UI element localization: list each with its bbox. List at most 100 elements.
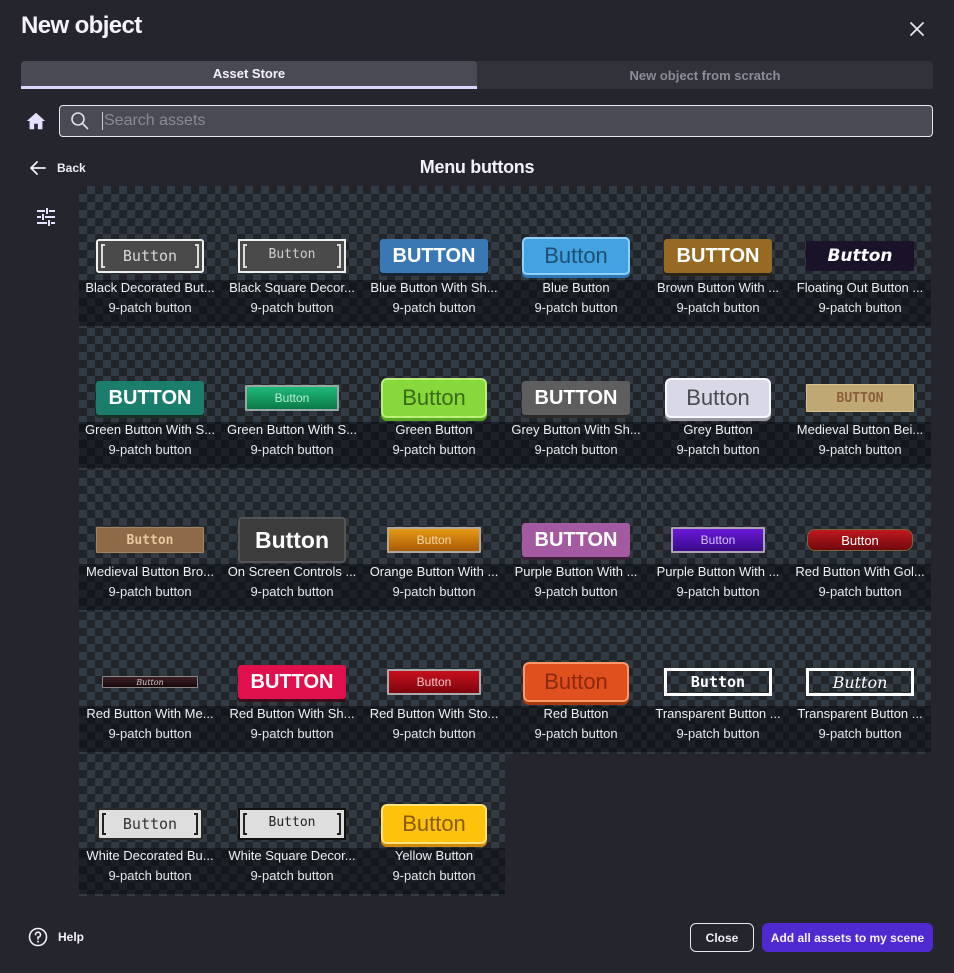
asset-type: 9-patch button <box>108 442 192 457</box>
asset-card[interactable]: Button Green Button 9-patch button <box>363 328 505 470</box>
tab-bar: Asset Store New object from scratch <box>21 61 933 89</box>
close-icon[interactable] <box>906 18 928 40</box>
button-preview-text: Button <box>841 532 879 548</box>
asset-type: 9-patch button <box>108 584 192 599</box>
asset-card[interactable]: Button Red Button With Sto... 9-patch butt… <box>363 612 505 754</box>
asset-thumbnail: Button <box>221 517 363 563</box>
home-icon[interactable] <box>25 110 47 132</box>
asset-name: White Square Decor... <box>228 848 356 863</box>
asset-card[interactable]: Button Orange Button With ... 9-patch butt… <box>363 470 505 612</box>
asset-card[interactable]: BUTTON Green Button With S... 9-patch butt… <box>79 328 221 470</box>
asset-name: Grey Button With Sh... <box>511 422 641 437</box>
asset-type: 9-patch button <box>250 300 334 315</box>
asset-thumbnail: Button <box>221 802 363 846</box>
asset-card[interactable]: Button Transparent Button ... 9-patch butt… <box>647 612 789 754</box>
asset-card[interactable]: Button Grey Button 9-patch button <box>647 328 789 470</box>
asset-card[interactable]: BUTTON Grey Button With Sh... 9-patch butt… <box>505 328 647 470</box>
bracket-decoration <box>337 813 341 835</box>
tab-new-object-from-scratch[interactable]: New object from scratch <box>477 61 933 89</box>
asset-type: 9-patch button <box>392 584 476 599</box>
asset-type: 9-patch button <box>250 584 334 599</box>
asset-type: 9-patch button <box>392 300 476 315</box>
asset-thumbnail: BUTTON <box>505 518 647 562</box>
search-input[interactable] <box>102 112 882 130</box>
asset-type: 9-patch button <box>676 584 760 599</box>
button-preview-text: Button <box>402 385 466 410</box>
button-preview-text: Button <box>690 673 746 691</box>
asset-card[interactable]: BUTTON Red Button With Sh... 9-patch butto… <box>221 612 363 754</box>
add-all-assets-button[interactable]: Add all assets to my scene <box>762 923 933 952</box>
asset-thumbnail: BUTTON <box>221 660 363 704</box>
asset-card[interactable]: Button Black Decorated But... 9-patch butt… <box>79 186 221 328</box>
asset-card[interactable]: Button Green Button With S... 9-patch butt… <box>221 328 363 470</box>
asset-thumbnail: Button <box>505 234 647 278</box>
tune-filter-icon[interactable] <box>36 207 56 227</box>
asset-type: 9-patch button <box>818 300 902 315</box>
bracket-decoration <box>101 244 105 268</box>
asset-thumbnail: BUTTON <box>363 234 505 278</box>
button-preview-image: Button <box>387 669 481 695</box>
asset-card[interactable]: Button Blue Button 9-patch button <box>505 186 647 328</box>
asset-card[interactable]: Button Floating Out Button ... 9-patch but… <box>789 186 931 328</box>
asset-card[interactable]: Button Transparent Button ... 9-patch butt… <box>789 612 931 754</box>
button-preview-text: Button <box>254 526 330 553</box>
asset-thumbnail: Button <box>221 234 363 278</box>
asset-card[interactable]: Button Red Button 9-patch button <box>505 612 647 754</box>
button-preview-image: Button <box>96 239 204 273</box>
asset-type: 9-patch button <box>250 442 334 457</box>
asset-type: 9-patch button <box>534 726 618 741</box>
button-preview-image: BUTTON <box>238 665 346 699</box>
asset-type: 9-patch button <box>534 584 618 599</box>
asset-name: Red Button <box>543 706 609 721</box>
bracket-decoration <box>243 244 247 268</box>
bracket-decoration <box>337 244 341 268</box>
asset-thumbnail: Button <box>79 234 221 278</box>
asset-card[interactable]: Button Purple Button With ... 9-patch butt… <box>647 470 789 612</box>
asset-card[interactable]: Button On Screen Controls ... 9-patch butt… <box>221 470 363 612</box>
bracket-decoration <box>243 813 247 835</box>
asset-thumbnail: Button <box>79 518 221 562</box>
asset-card[interactable]: Button Red Button With Me... 9-patch butto… <box>79 612 221 754</box>
asset-card[interactable]: Button White Square Decor... 9-patch butto… <box>221 754 363 896</box>
asset-card[interactable]: BUTTON Brown Button With ... 9-patch butto… <box>647 186 789 328</box>
button-preview-image: BUTTON <box>664 239 772 273</box>
asset-card[interactable]: BUTTON Blue Button With Sh... 9-patch butt… <box>363 186 505 328</box>
asset-type: 9-patch button <box>108 726 192 741</box>
asset-name: Green Button With S... <box>84 422 216 437</box>
button-preview-text: Button <box>268 246 316 262</box>
asset-type: 9-patch button <box>676 726 760 741</box>
button-preview-text: BUTTON <box>250 670 334 693</box>
bracket-decoration <box>194 813 198 835</box>
asset-thumbnail: Button <box>505 660 647 704</box>
button-preview-text: Button <box>126 532 174 548</box>
button-preview-image: Button <box>238 517 346 563</box>
tab-asset-store[interactable]: Asset Store <box>21 61 477 89</box>
asset-name: Medieval Button Bei... <box>796 422 924 437</box>
button-preview-image: Button <box>238 808 346 840</box>
asset-name: Orange Button With ... <box>369 564 499 579</box>
asset-name: Red Button With Sh... <box>229 706 355 721</box>
asset-card[interactable]: Button Red Button With Gol... 9-patch butt… <box>789 470 931 612</box>
asset-card[interactable]: BUTTON Medieval Button Bei... 9-patch butt… <box>789 328 931 470</box>
asset-name: Green Button <box>395 422 473 437</box>
search-icon <box>71 112 89 130</box>
asset-thumbnail: BUTTON <box>505 376 647 420</box>
asset-type: 9-patch button <box>818 584 902 599</box>
asset-card[interactable]: Button Black Square Decor... 9-patch butto… <box>221 186 363 328</box>
button-preview-image: BUTTON <box>380 239 488 273</box>
asset-card[interactable]: BUTTON Purple Button With ... 9-patch butt… <box>505 470 647 612</box>
asset-card[interactable]: Button Yellow Button 9-patch button <box>363 754 505 896</box>
button-preview-image: Button <box>245 385 339 411</box>
asset-card[interactable]: Button Medieval Button Bro... 9-patch butt… <box>79 470 221 612</box>
asset-thumbnail: BUTTON <box>647 234 789 278</box>
asset-thumbnail: Button <box>363 802 505 846</box>
close-button[interactable]: Close <box>690 923 754 952</box>
asset-name: Green Button With S... <box>226 422 358 437</box>
button-preview-text: Button <box>136 677 164 687</box>
asset-thumbnail: Button <box>647 376 789 420</box>
asset-thumbnail: Button <box>789 518 931 562</box>
asset-card[interactable]: Button White Decorated Bu... 9-patch butto… <box>79 754 221 896</box>
button-preview-image: Button <box>806 241 914 271</box>
button-preview-text: Button <box>686 385 750 410</box>
help-button[interactable]: Help <box>28 927 84 947</box>
